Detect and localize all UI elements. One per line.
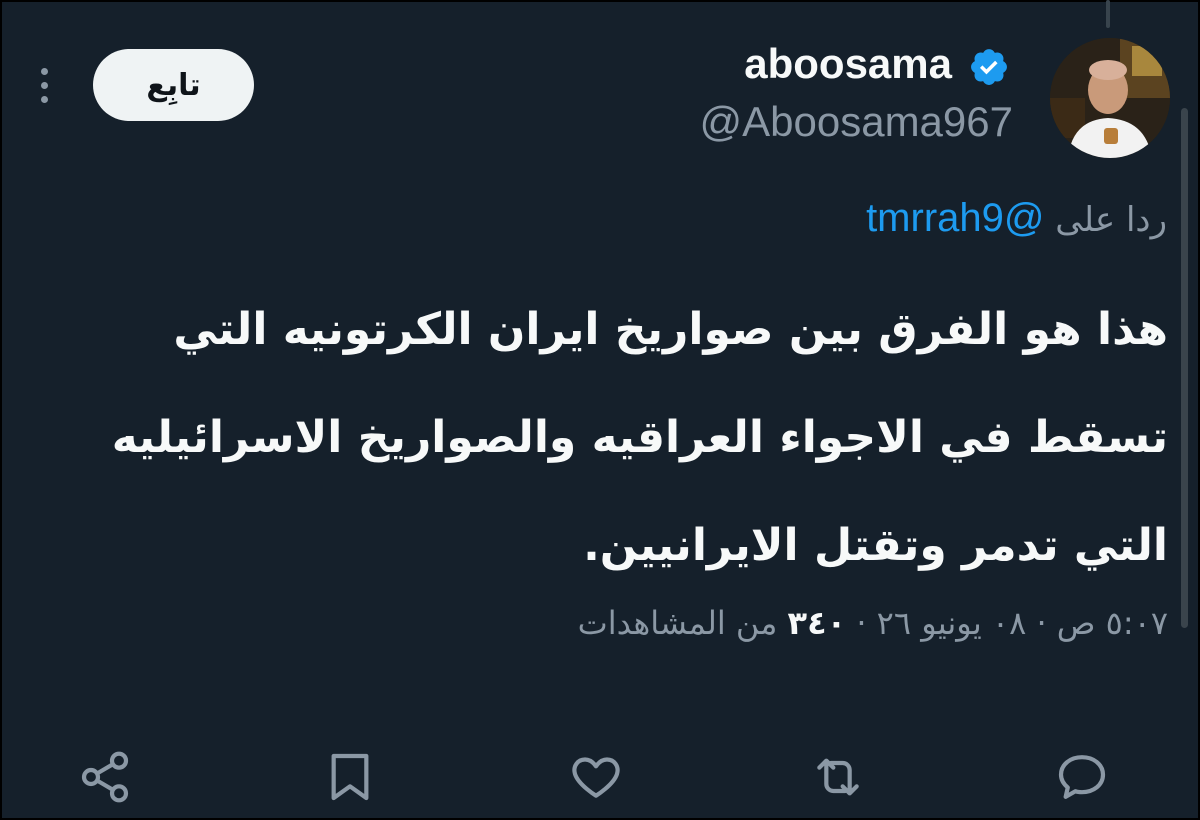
thread-line bbox=[1106, 0, 1110, 28]
reply-icon bbox=[1058, 755, 1106, 799]
share-icon bbox=[81, 751, 129, 803]
bookmark-icon bbox=[331, 753, 369, 801]
scrollbar[interactable] bbox=[1181, 108, 1188, 628]
heart-icon bbox=[572, 757, 620, 798]
views-label: من المشاهدات bbox=[577, 604, 778, 642]
tweet-meta: ٥:٠٧ ص · ٠٨ يونيو ٢٦ · ٣٤٠ من المشاهدات bbox=[578, 604, 1168, 642]
retweet-icon bbox=[817, 758, 859, 796]
avatar[interactable] bbox=[1050, 38, 1170, 158]
meta-separator: · bbox=[856, 604, 867, 642]
views-count: ٣٤٠ bbox=[787, 604, 847, 642]
retweet-button[interactable] bbox=[808, 745, 868, 809]
like-button[interactable] bbox=[566, 745, 626, 809]
verified-badge-icon bbox=[971, 49, 1007, 85]
meta-separator: · bbox=[1036, 604, 1047, 642]
author-handle[interactable]: @Aboosama967 bbox=[699, 98, 1013, 146]
more-vertical-icon[interactable] bbox=[36, 68, 52, 108]
user-photo-icon bbox=[1050, 38, 1170, 158]
reply-prefix: ردا على bbox=[1055, 200, 1167, 240]
tweet-time[interactable]: ٥:٠٧ ص bbox=[1057, 604, 1168, 642]
reply-button[interactable] bbox=[1052, 745, 1112, 809]
share-button[interactable] bbox=[75, 745, 135, 809]
author-display-name[interactable]: aboosama bbox=[744, 40, 952, 88]
reply-mention-link[interactable]: @tmrrah9 bbox=[866, 196, 1044, 240]
tweet-date[interactable]: ٠٨ يونيو ٢٦ bbox=[877, 604, 1027, 642]
follow-button[interactable]: تابِع bbox=[93, 49, 254, 121]
tweet-text: هذا هو الفرق بين صواريخ ايران الكرتونيه … bbox=[111, 304, 1168, 571]
bookmark-button[interactable] bbox=[320, 745, 380, 809]
reply-context: ردا على @tmrrah9 bbox=[866, 196, 1167, 241]
